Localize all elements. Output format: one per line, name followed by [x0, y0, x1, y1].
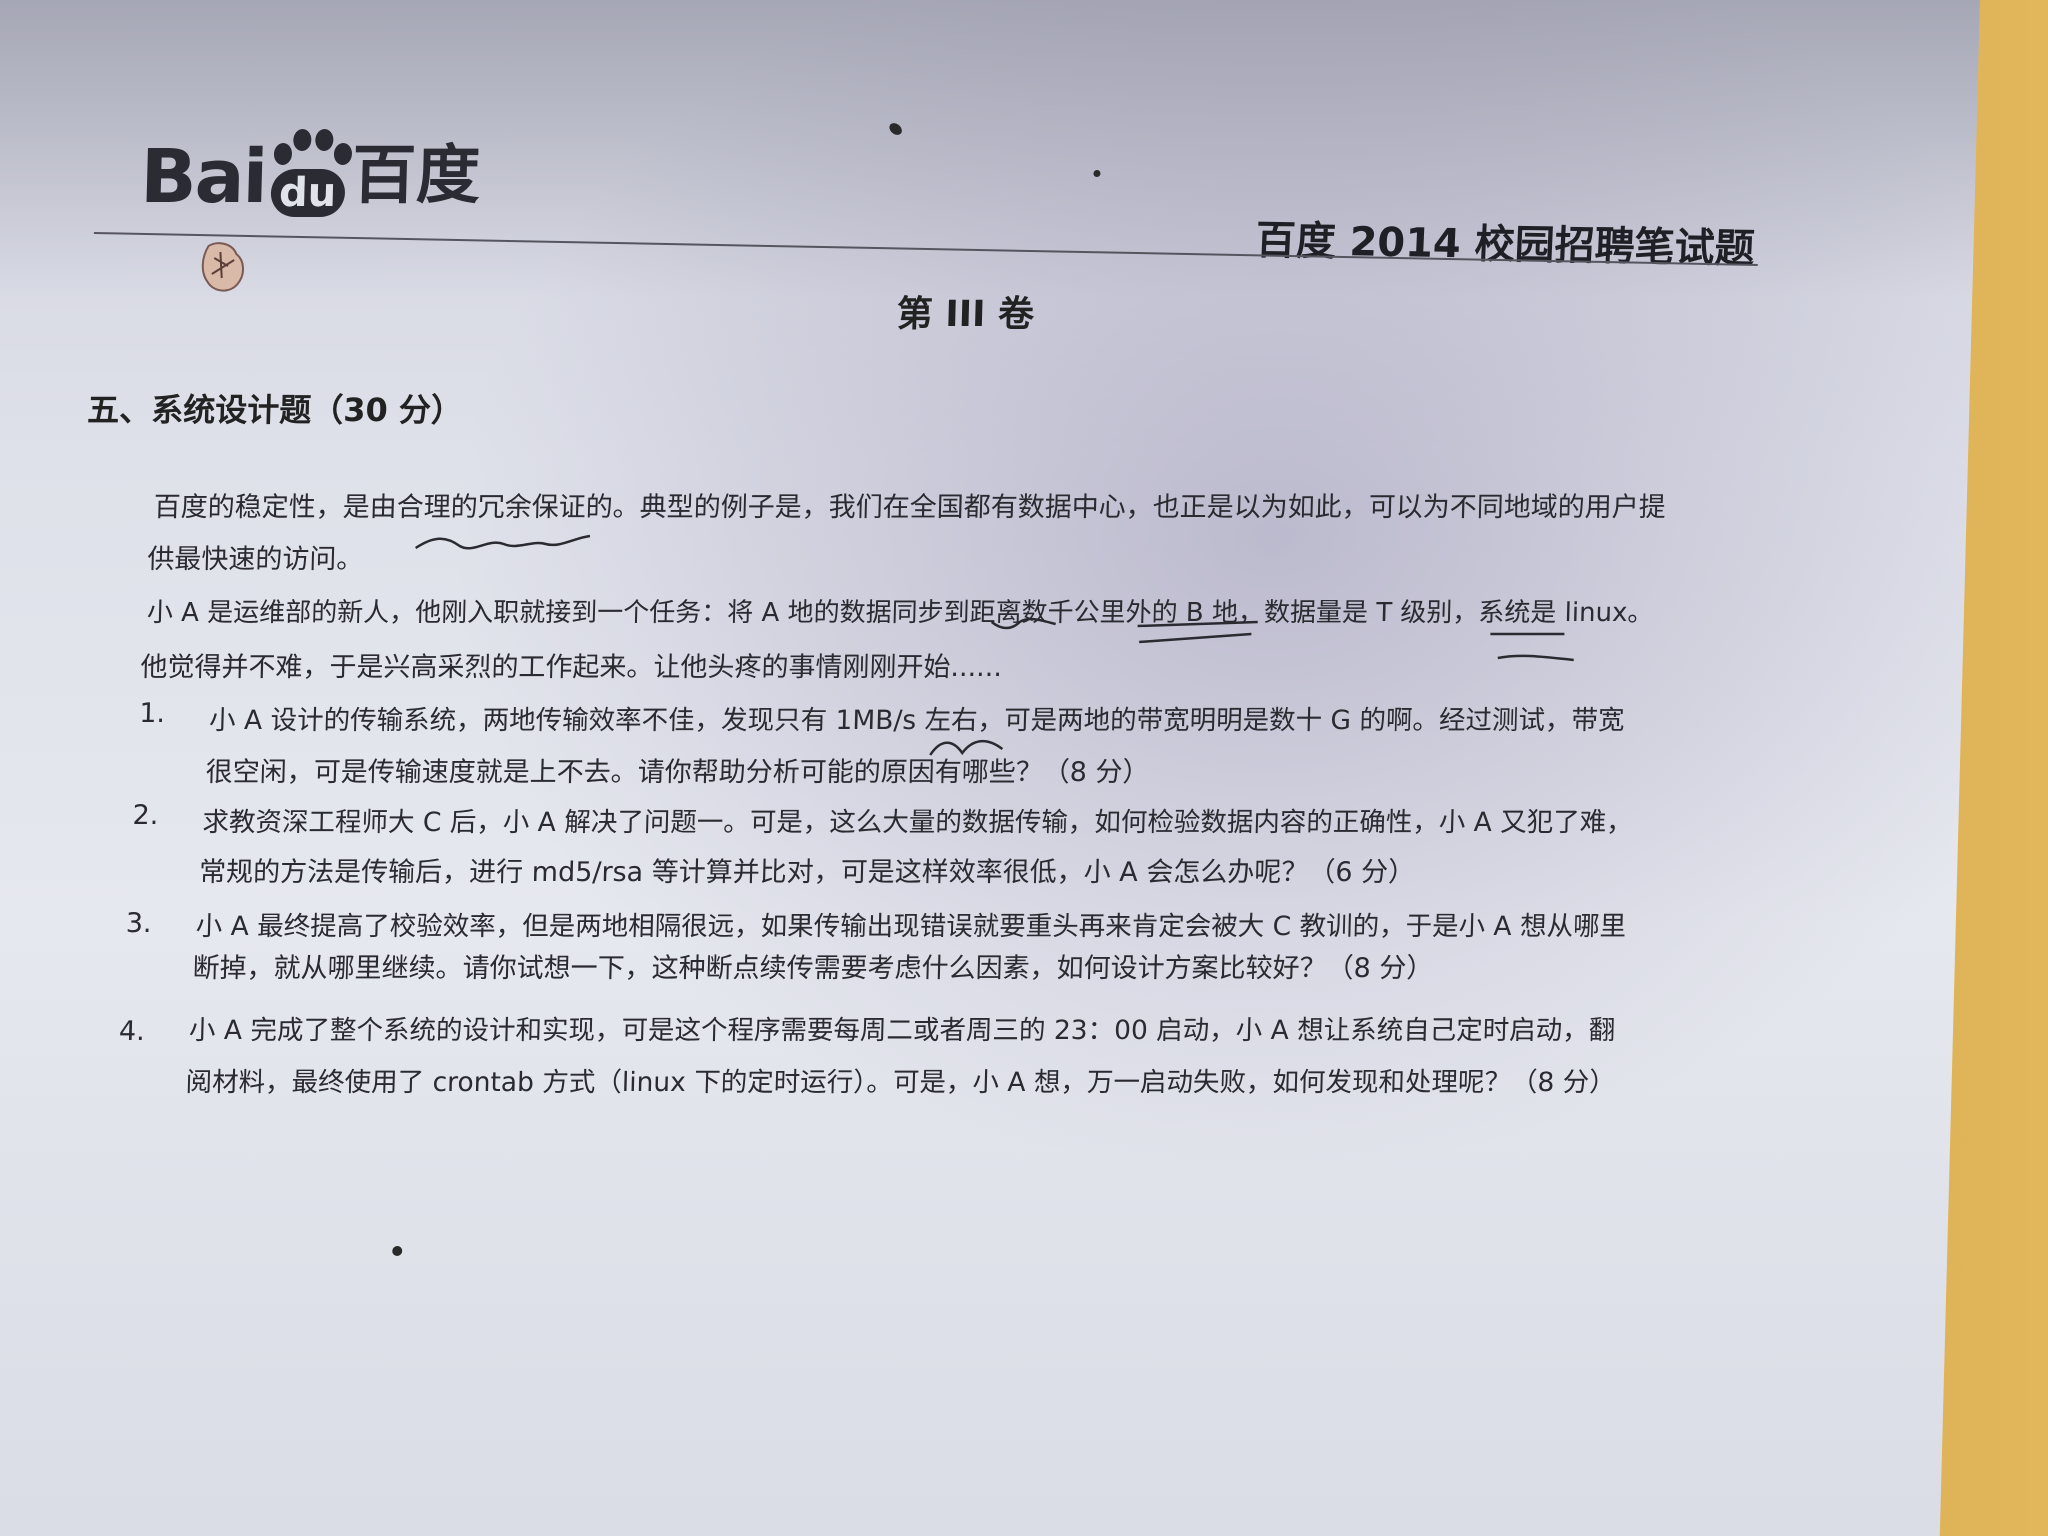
section-heading: 五、系统设计题（30 分） [86, 391, 464, 429]
question-4-line-1: 小 A 完成了整个系统的设计和实现，可是这个程序需要每周二或者周三的 23：00… [188, 1015, 1616, 1046]
logo-du-text: du [270, 169, 346, 217]
question-1-number: 1. [138, 698, 166, 729]
logo-latin-text: Bai [139, 134, 268, 220]
pen-underline-distance [1137, 620, 1258, 644]
ink-smudge-icon [201, 242, 244, 292]
pen-arc-possible [929, 740, 1004, 756]
volume-title: 第 III 卷 [896, 294, 1035, 335]
question-3-number: 3. [125, 908, 152, 939]
intro-line-4: 他觉得并不难，于是兴高采烈的工作起来。让他头疼的事情刚刚开始...... [140, 652, 1003, 683]
intro-line-1: 百度的稳定性，是由合理的冗余保证的。典型的例子是，我们在全国都有数据中心，也正是… [153, 492, 1667, 523]
pen-underline-tb [1490, 632, 1574, 662]
pen-squiggle-underline [414, 534, 591, 550]
paw-icon [273, 129, 352, 165]
question-1-line-2: 很空闲，可是传输速度就是上不去。请你帮助分析可能的原因有哪些？（8 分） [205, 757, 1150, 788]
ink-speck [1093, 170, 1101, 177]
question-2-number: 2. [132, 800, 159, 831]
question-2-line-2: 常规的方法是传输后，进行 md5/rsa 等计算并比对，可是这样效率很低，小 A… [198, 857, 1416, 888]
question-2-line-1: 求教资深工程师大 C 后，小 A 解决了问题一。可是，这么大量的数据传输，如何检… [202, 807, 1634, 838]
intro-line-2: 供最快速的访问。 [146, 544, 364, 575]
question-3-line-1: 小 A 最终提高了校验效率，但是两地相隔很远，如果传输出现错误就要重头再来肯定会… [195, 911, 1627, 942]
ink-speck [887, 120, 905, 138]
question-1-line-1: 小 A 设计的传输系统，两地传输效率不佳，发现只有 1MB/s 左右，可是两地的… [208, 705, 1625, 736]
baidu-logo: Bai du 百度 [139, 100, 482, 220]
ink-speck [392, 1246, 403, 1256]
pen-underline-sync [990, 617, 1056, 630]
exam-paper: Bai du 百度 百度 2014 校园招聘笔试题 第 III 卷 五、系统设计… [0, 0, 1981, 1536]
question-4-number: 4. [118, 1016, 146, 1047]
question-4-line-2: 阅材料，最终使用了 crontab 方式（linux 下的定时运行）。可是，小 … [185, 1067, 1617, 1098]
intro-line-3: 小 A 是运维部的新人，他刚入职就接到一个任务：将 A 地的数据同步到距离数千公… [146, 598, 1654, 628]
logo-chinese-text: 百度 [351, 139, 482, 213]
logo-du-badge: du [267, 129, 352, 217]
question-3-line-2: 断掉，就从哪里继续。请你试想一下，这种断点续传需要考虑什么因素，如何设计方案比较… [192, 953, 1434, 984]
